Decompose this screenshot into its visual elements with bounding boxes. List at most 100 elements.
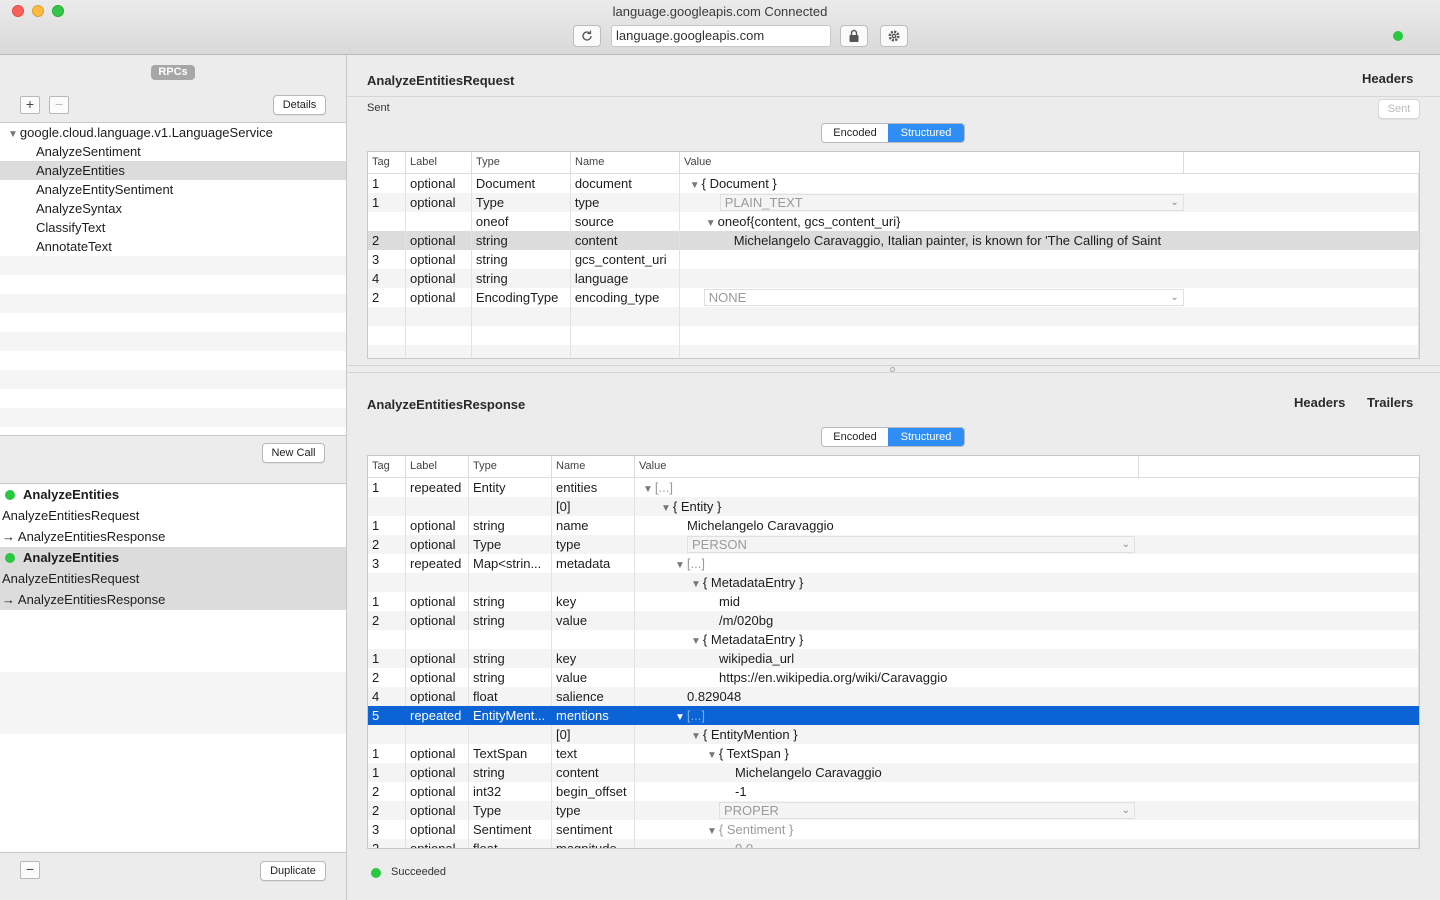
remove-call-button[interactable]: − (20, 861, 40, 879)
disclosure-triangle-icon[interactable]: ▼ (643, 484, 653, 495)
response-row[interactable]: 1 repeated Entity entities ▼ [...] (368, 478, 1419, 497)
response-row[interactable]: 2 optional int32 begin_offset -1 (368, 782, 1419, 801)
col-tag[interactable]: Tag (368, 456, 406, 477)
duplicate-button[interactable]: Duplicate (260, 861, 326, 881)
response-headers-tab[interactable]: Headers (1294, 395, 1345, 410)
method-analyze-entity-sentiment[interactable]: AnalyzeEntitySentiment (0, 180, 346, 199)
col-label[interactable]: Label (406, 456, 469, 477)
response-row[interactable]: 3 optional Sentiment sentiment ▼{ Sentiment … (368, 820, 1419, 839)
method-annotate-text[interactable]: AnnotateText (0, 237, 346, 256)
cell-tag: 1 (368, 174, 406, 193)
value-dropdown[interactable]: PERSON ⌄ (687, 536, 1135, 553)
add-service-button[interactable]: + (20, 96, 40, 114)
disclosure-triangle-icon[interactable]: ▼ (675, 712, 685, 723)
disclosure-triangle-icon[interactable]: ▼ (691, 731, 701, 742)
split-divider[interactable] (347, 365, 1440, 373)
settings-button[interactable] (880, 25, 908, 47)
col-name[interactable]: Name (552, 456, 635, 477)
cell-value[interactable]: NONE ⌄ (680, 288, 1419, 307)
col-type[interactable]: Type (469, 456, 552, 477)
cell-tag: 2 (368, 231, 406, 250)
response-row[interactable]: 2 optional string value/m/020bg (368, 611, 1419, 630)
value-dropdown[interactable]: NONE ⌄ (703, 289, 1184, 306)
request-row[interactable]: 2 optional string content Michelangelo Carav… (368, 231, 1419, 250)
cell-type: string (469, 611, 552, 630)
method-analyze-syntax[interactable]: AnalyzeSyntax (0, 199, 346, 218)
response-row[interactable]: [0] ▼{ EntityMention } (368, 725, 1419, 744)
response-row[interactable]: 1 optional string name Michelangelo Caravagg… (368, 516, 1419, 535)
request-headers-tab[interactable]: Headers (1362, 71, 1413, 86)
call-item-selected[interactable]: AnalyzeEntities AnalyzeEntitiesRequest →… (0, 547, 346, 610)
response-row[interactable]: [0] ▼{ Entity } (368, 497, 1419, 516)
disclosure-triangle-icon[interactable]: ▼ (691, 636, 701, 647)
method-analyze-entities[interactable]: AnalyzeEntities (0, 161, 346, 180)
encoded-tab[interactable]: Encoded (822, 124, 888, 142)
call-item[interactable]: AnalyzeEntities AnalyzeEntitiesRequest →… (0, 484, 346, 547)
col-value[interactable]: Value (680, 152, 1184, 173)
success-dot (5, 490, 15, 500)
col-name[interactable]: Name (571, 152, 680, 173)
reload-button[interactable] (573, 25, 601, 47)
url-field[interactable]: language.googleapis.com (611, 25, 831, 47)
remove-service-button[interactable]: − (49, 96, 69, 114)
lock-button[interactable] (840, 25, 868, 47)
split-handle-icon[interactable] (890, 367, 895, 372)
disclosure-triangle-icon[interactable]: ▼ (691, 579, 701, 590)
cell-label: optional (406, 782, 469, 801)
call-history-list: AnalyzeEntities AnalyzeEntitiesRequest →… (0, 483, 346, 853)
cell-type: Sentiment (469, 820, 552, 839)
request-row[interactable]: 1 optional Type type PLAIN_TEXT ⌄ (368, 193, 1419, 212)
response-row[interactable]: 3 repeated Map<strin... metadata ▼ [...] (368, 554, 1419, 573)
cell-value[interactable]: PROPER ⌄ (635, 801, 1419, 820)
disclosure-triangle-icon[interactable]: ▼ (707, 750, 717, 761)
service-row[interactable]: ▼ google.cloud.language.v1.LanguageServic… (0, 123, 346, 142)
response-row[interactable]: 2 optional string value https://en.wikipedia… (368, 668, 1419, 687)
response-row[interactable]: 2 optional float magnitude 0.0 (368, 839, 1419, 848)
structured-tab[interactable]: Structured (888, 428, 964, 446)
cell-type (469, 725, 552, 744)
disclosure-triangle-icon[interactable]: ▼ (8, 129, 18, 140)
col-tag[interactable]: Tag (368, 152, 406, 173)
response-row[interactable]: ▼{ MetadataEntry } (368, 630, 1419, 649)
disclosure-triangle-icon[interactable]: ▼ (707, 826, 717, 837)
encoded-tab[interactable]: Encoded (822, 428, 888, 446)
response-row[interactable]: 5 repeated EntityMent... mentions ▼ [...] (368, 706, 1419, 725)
response-row[interactable]: 1 optional string key mid (368, 592, 1419, 611)
request-row[interactable]: 4 optional string language (368, 269, 1419, 288)
disclosure-triangle-icon[interactable]: ▼ (706, 218, 716, 229)
method-classify-text[interactable]: ClassifyText (0, 218, 346, 237)
col-label[interactable]: Label (406, 152, 472, 173)
disclosure-triangle-icon[interactable]: ▼ (675, 560, 685, 571)
request-view-toggle[interactable]: Encoded Structured (821, 123, 965, 143)
request-row[interactable]: 3 optional string gcs_content_uri (368, 250, 1419, 269)
new-call-button[interactable]: New Call (262, 443, 325, 463)
cell-value: /m/020bg (635, 611, 1419, 630)
request-row[interactable]: 1 optional Document document ▼{ Document } (368, 174, 1419, 193)
rpcs-badge: RPCs (151, 65, 195, 80)
disclosure-triangle-icon[interactable]: ▼ (690, 180, 700, 191)
response-trailers-tab[interactable]: Trailers (1367, 395, 1413, 410)
response-view-toggle[interactable]: Encoded Structured (821, 427, 965, 447)
sent-button[interactable]: Sent (1378, 99, 1420, 119)
request-row[interactable]: 2 optional EncodingType encoding_type NONE ⌄ (368, 288, 1419, 307)
value-dropdown[interactable]: PROPER ⌄ (719, 802, 1135, 819)
response-row[interactable]: 2 optional Type type PERSON ⌄ (368, 535, 1419, 554)
response-row[interactable]: 1 optional string key wikipedia_url (368, 649, 1419, 668)
request-table: Tag Label Type Name Value 1 optional Docum… (367, 151, 1420, 359)
response-row[interactable]: 4 optional float salience 0.829048 (368, 687, 1419, 706)
col-value[interactable]: Value (635, 456, 1139, 477)
cell-type: Type (472, 193, 571, 212)
value-dropdown[interactable]: PLAIN_TEXT ⌄ (719, 194, 1184, 211)
response-row[interactable]: ▼{ MetadataEntry } (368, 573, 1419, 592)
response-row[interactable]: 1 optional TextSpan text ▼{ TextSpan } (368, 744, 1419, 763)
response-row[interactable]: 1 optional string content Michelangelo Carav… (368, 763, 1419, 782)
cell-value[interactable]: PERSON ⌄ (635, 535, 1419, 554)
response-row[interactable]: 2 optional Type type PROPER ⌄ (368, 801, 1419, 820)
cell-value[interactable]: PLAIN_TEXT ⌄ (680, 193, 1419, 212)
col-type[interactable]: Type (472, 152, 571, 173)
method-analyze-sentiment[interactable]: AnalyzeSentiment (0, 142, 346, 161)
details-button[interactable]: Details (273, 95, 326, 115)
disclosure-triangle-icon[interactable]: ▼ (661, 503, 671, 514)
request-row[interactable]: oneof source ▼ oneof{content, gcs_content_u… (368, 212, 1419, 231)
structured-tab[interactable]: Structured (888, 124, 964, 142)
